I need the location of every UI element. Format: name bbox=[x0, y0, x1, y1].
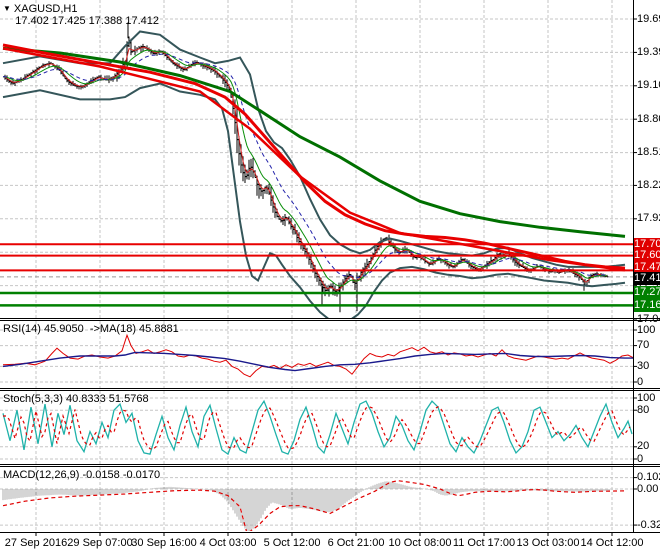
price-level-badge: 17.412 bbox=[634, 272, 660, 286]
stoch-axis-label: 0 bbox=[637, 452, 644, 465]
macd-axis-label: 0.1025 bbox=[637, 471, 660, 484]
time-axis-label: 11 Oct 17:00 bbox=[452, 537, 516, 549]
time-axis-label: 14 Oct 12:00 bbox=[580, 537, 644, 549]
price-axis-label: 19.100 bbox=[637, 79, 660, 92]
macd-indicator-title: MACD(12,26,9) -0.0158 -0.0170 bbox=[3, 469, 161, 481]
time-axis-label: 30 Sep 16:00 bbox=[131, 537, 197, 549]
macd-axis-label: -0.3244 bbox=[637, 518, 660, 531]
rsi-axis-label: 30 bbox=[637, 359, 650, 372]
stoch-axis-label: 100 bbox=[637, 391, 656, 404]
rsi-axis-label: 0 bbox=[637, 375, 644, 388]
price-axis-label: 18.510 bbox=[637, 146, 660, 159]
chart-title: ▼ XAGUSD,H1 17.402 17.425 17.388 17.412 bbox=[3, 3, 159, 27]
ohlc-values: 17.402 17.425 17.388 17.412 bbox=[15, 15, 159, 27]
time-axis-label: 10 Oct 08:00 bbox=[388, 537, 452, 549]
rsi-indicator-title: RSI(14) 45.9050 ->MA(18) 45.8881 bbox=[3, 323, 179, 335]
time-axis-label: 29 Sep 07:00 bbox=[67, 537, 133, 549]
trading-chart-window[interactable]: ▼ XAGUSD,H1 17.402 17.425 17.388 17.412 R… bbox=[0, 0, 660, 560]
price-axis-label: 18.805 bbox=[637, 112, 660, 125]
price-level-badge: 17.160 bbox=[634, 298, 660, 312]
price-panel[interactable] bbox=[0, 0, 633, 324]
time-axis-label: 13 Oct 03:00 bbox=[516, 537, 580, 549]
rsi-axis-label: 100 bbox=[637, 323, 656, 336]
symbol-dropdown-icon[interactable]: ▼ bbox=[3, 4, 11, 13]
price-level-badge: 17.270 bbox=[634, 286, 660, 300]
stoch-indicator-title: Stoch(5,3,3) 40.8333 51.5768 bbox=[3, 393, 149, 405]
macd-axis-label: 0.00 bbox=[637, 482, 659, 495]
time-axis-label: 4 Oct 03:00 bbox=[199, 537, 257, 549]
price-axis-label: 19.395 bbox=[637, 45, 660, 58]
time-axis-label: 5 Oct 12:00 bbox=[263, 537, 321, 549]
rsi-axis-label: 70 bbox=[637, 339, 650, 352]
time-axis-label: 27 Sep 2016 bbox=[4, 537, 68, 549]
price-axis-label: 17.925 bbox=[637, 212, 660, 225]
time-axis-label: 6 Oct 21:00 bbox=[327, 537, 385, 549]
stoch-axis-label: 80 bbox=[637, 403, 650, 416]
stoch-axis-label: 20 bbox=[637, 440, 650, 453]
price-axis-label: 18.220 bbox=[637, 178, 660, 191]
price-axis-label: 19.690 bbox=[637, 12, 660, 25]
symbol-period-label: XAGUSD,H1 bbox=[13, 3, 78, 15]
